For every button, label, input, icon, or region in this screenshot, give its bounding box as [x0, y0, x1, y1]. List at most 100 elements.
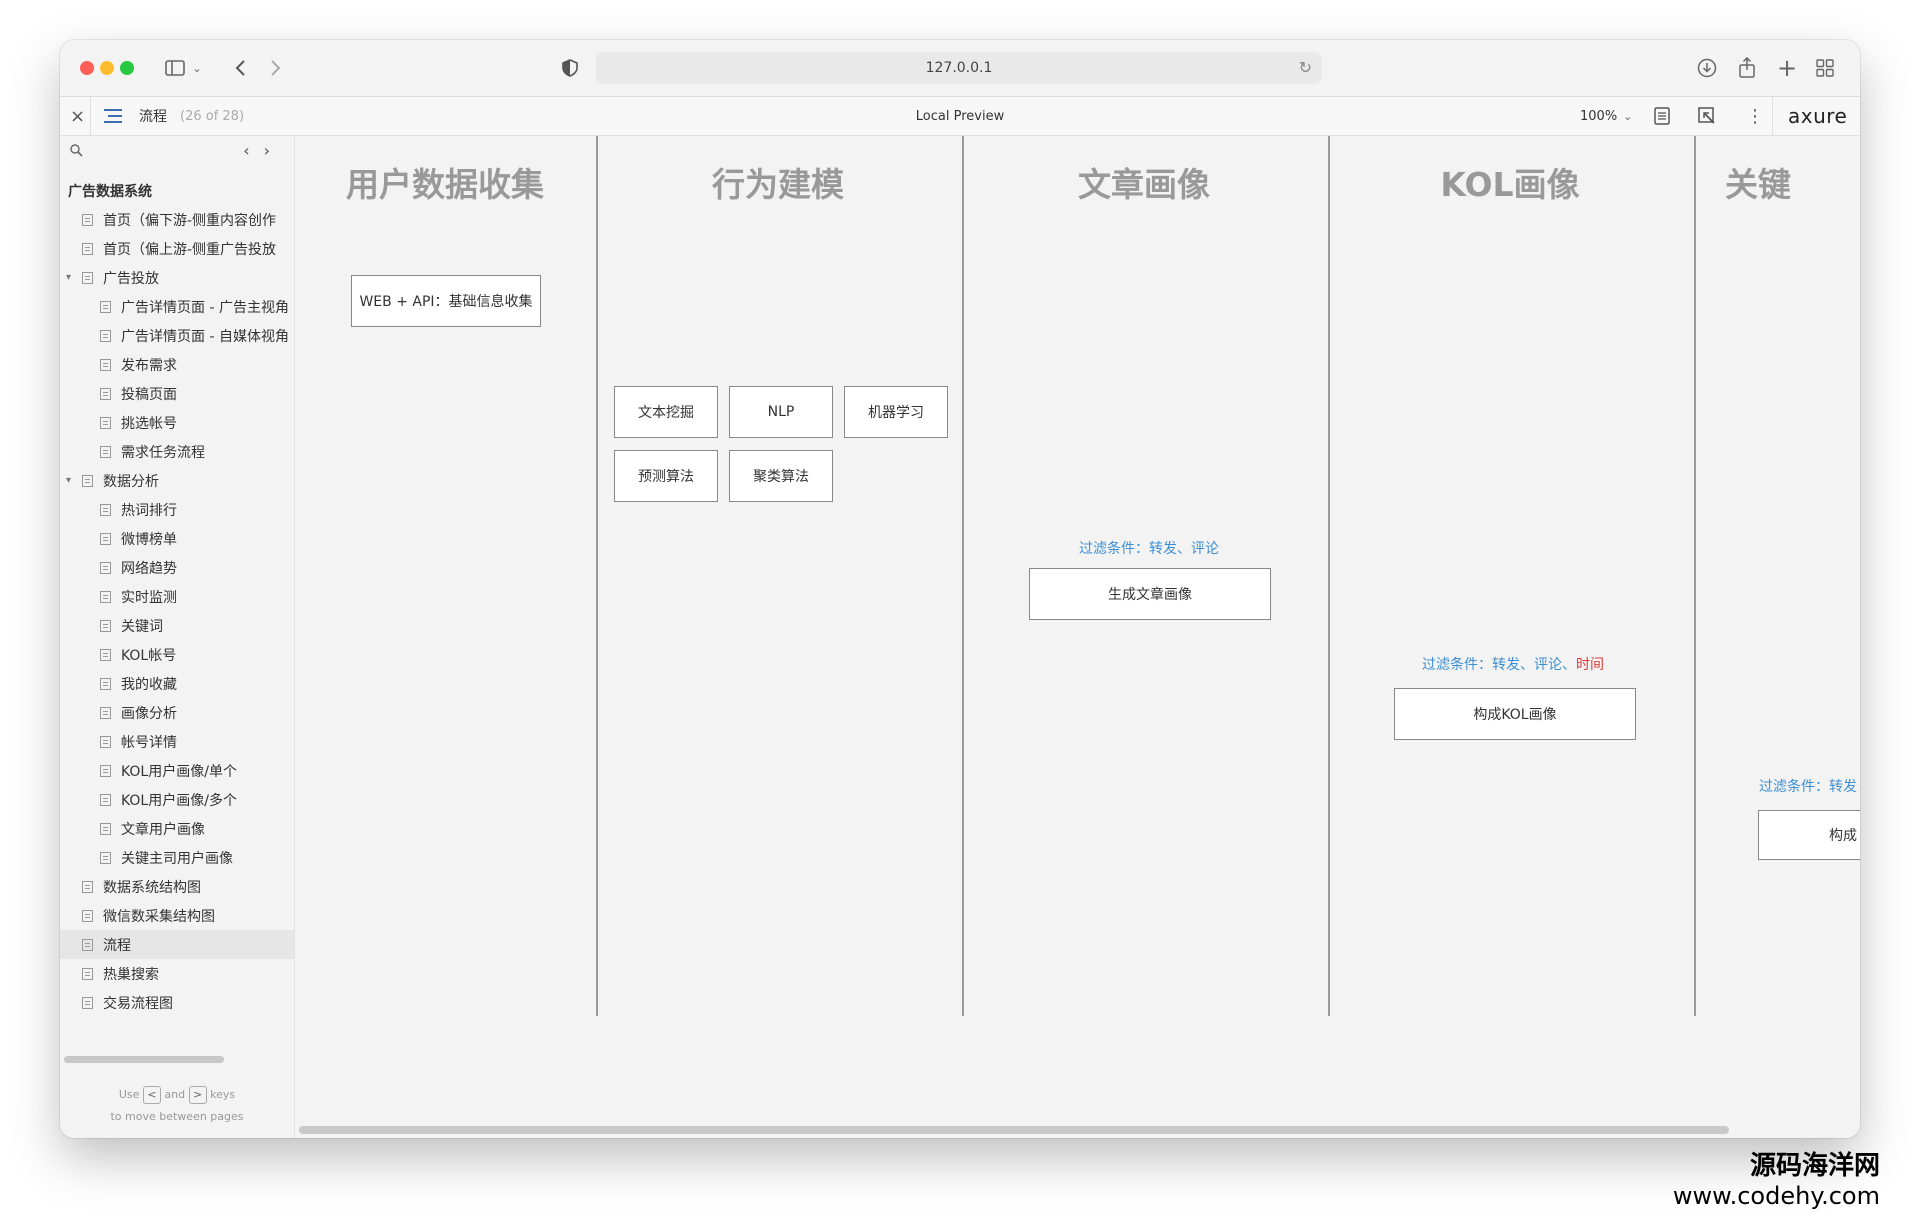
right-key-icon: > [188, 1086, 207, 1104]
page-icon [82, 967, 93, 980]
sidebar-item[interactable]: 广告详情页面 - 自媒体视角 [60, 321, 294, 350]
page-icon [82, 938, 93, 951]
sidebar-item[interactable]: 流程 [60, 930, 294, 959]
page-tree: 广告数据系统 首页（偏下游-侧重内容创作 首页（偏上游-侧重广告投放 ▾ 广告投放广告… [60, 176, 294, 1017]
tab-overview-icon[interactable] [1814, 54, 1836, 82]
page-icon [100, 677, 111, 690]
watermark: 源码海洋网 www.codehy.com [1673, 1145, 1880, 1210]
zoom-select[interactable]: 100% ⌄ [1580, 97, 1632, 135]
sidebar-item[interactable]: 首页（偏下游-侧重内容创作 [60, 205, 294, 234]
sidebar-item[interactable]: 热词排行 [60, 495, 294, 524]
sidebar-item[interactable]: 微信数采集结构图 [60, 901, 294, 930]
sidebar-item-label: 广告投放 [103, 270, 159, 287]
sidebar-item[interactable]: KOL用户画像/单个 [60, 756, 294, 785]
folder-icon [82, 271, 93, 284]
page-icon [100, 300, 111, 313]
sidebar-item-label: 热巢搜索 [103, 966, 159, 983]
sidebar-item[interactable]: 需求任务流程 [60, 437, 294, 466]
page-icon [82, 909, 93, 922]
sidebar-item-label: 网络趋势 [121, 560, 177, 577]
sidebar-item-label: 数据分析 [103, 473, 159, 490]
sidebar-item[interactable]: 实时监测 [60, 582, 294, 611]
keyboard-hint: Use < and > keys to move between pages [60, 1084, 294, 1128]
close-sidebar-button[interactable]: × [70, 97, 85, 135]
sidebar-item-label: 微信数采集结构图 [103, 908, 215, 925]
hint-line2: to move between pages [110, 1110, 244, 1123]
new-tab-icon[interactable]: + [1776, 54, 1798, 82]
page-nav-arrows: ‹› [243, 141, 284, 160]
page-list-icon[interactable] [104, 97, 122, 135]
sidebar-item[interactable]: 投稿页面 [60, 379, 294, 408]
machine-learning-box: 机器学习 [844, 386, 948, 438]
sidebar-scrollbar[interactable] [64, 1056, 224, 1063]
sidebar-item[interactable]: 热巢搜索 [60, 959, 294, 988]
sidebar-item[interactable]: ▾ 数据分析 [60, 466, 294, 495]
kol-filter-text: 过滤条件：转发、评论、 [1422, 657, 1576, 673]
sidebar-item[interactable]: 画像分析 [60, 698, 294, 727]
prototype-canvas: 用户数据收集 行为建模 文章画像 KOL画像 关键 WEB + API：基础信息… [295, 136, 1860, 1138]
sidebar-item[interactable]: 文章用户画像 [60, 814, 294, 843]
sidebar-item[interactable]: 网络趋势 [60, 553, 294, 582]
page-icon [100, 851, 111, 864]
sidebar-item[interactable]: 帐号详情 [60, 727, 294, 756]
expand-arrow-icon[interactable]: ▾ [66, 475, 82, 486]
browser-titlebar: ⌄ 127.0.0.1 ↻ + [60, 40, 1860, 97]
sidebar-item[interactable]: 首页（偏上游-侧重广告投放 [60, 234, 294, 263]
sidebar-item-label: 数据系统结构图 [103, 879, 201, 896]
sidebar-toggle-icon[interactable] [164, 54, 186, 82]
sidebar-item-label: 流程 [103, 937, 131, 954]
sidebar-item[interactable]: 微博榜单 [60, 524, 294, 553]
notes-icon[interactable] [1654, 97, 1670, 135]
article-profile-box: 生成文章画像 [1029, 568, 1271, 620]
tree-root[interactable]: 广告数据系统 [60, 176, 294, 205]
more-options-icon[interactable]: ⋮ [1746, 97, 1764, 135]
divider [90, 97, 91, 135]
sidebar-item[interactable]: 关键主司用户画像 [60, 843, 294, 872]
page-icon [100, 619, 111, 632]
text-mining-box: 文本挖掘 [614, 386, 718, 438]
expand-arrow-icon[interactable]: ▾ [66, 272, 82, 283]
sidebar-item[interactable]: KOL用户画像/多个 [60, 785, 294, 814]
forward-icon[interactable] [266, 54, 286, 82]
page-icon [100, 532, 111, 545]
sidebar-item[interactable]: 广告详情页面 - 广告主视角 [60, 292, 294, 321]
sidebar-item-label: 首页（偏下游-侧重内容创作 [103, 212, 277, 229]
shield-icon[interactable] [560, 54, 580, 82]
download-icon[interactable] [1696, 54, 1718, 82]
sidebar-item[interactable]: KOL帐号 [60, 640, 294, 669]
browser-window: ⌄ 127.0.0.1 ↻ + × 流程 (26 of 28) Local Pr… [60, 40, 1860, 1138]
inspect-icon[interactable] [1698, 97, 1716, 135]
sidebar-item[interactable]: 交易流程图 [60, 988, 294, 1017]
zoom-value: 100% [1580, 108, 1618, 124]
sidebar-item[interactable]: 我的收藏 [60, 669, 294, 698]
sidebar-item-label: 首页（偏上游-侧重广告投放 [103, 241, 277, 258]
zoom-window-button[interactable] [120, 61, 134, 75]
divider [1772, 97, 1773, 135]
canvas-scrollbar[interactable] [299, 1126, 1729, 1134]
previous-page-icon[interactable]: ‹ [243, 141, 263, 160]
sidebar-item[interactable]: ▾ 广告投放 [60, 263, 294, 292]
sidebar-item-label: KOL帐号 [121, 647, 177, 664]
close-window-button[interactable] [80, 61, 94, 75]
page-icon [82, 880, 93, 893]
chevron-down-icon[interactable]: ⌄ [190, 54, 204, 82]
kol-profile-box: 构成KOL画像 [1394, 688, 1636, 740]
clustering-box: 聚类算法 [729, 450, 833, 502]
kol-filter-condition: 过滤条件：转发、评论、时间 [1422, 654, 1604, 674]
next-page-icon[interactable]: › [264, 141, 284, 160]
page-icon [100, 764, 111, 777]
back-icon[interactable] [230, 54, 250, 82]
lane-title-user-data: 用户数据收集 [346, 165, 544, 204]
page-icon [82, 996, 93, 1009]
minimize-window-button[interactable] [100, 61, 114, 75]
hint-keys: keys [210, 1088, 236, 1101]
sidebar-item[interactable]: 关键词 [60, 611, 294, 640]
sidebar-item[interactable]: 挑选帐号 [60, 408, 294, 437]
sidebar-item[interactable]: 发布需求 [60, 350, 294, 379]
search-icon[interactable] [70, 144, 83, 161]
sidebar-item-label: 关键主司用户画像 [121, 850, 233, 867]
share-icon[interactable] [1736, 54, 1758, 82]
address-bar[interactable]: 127.0.0.1 ↻ [596, 52, 1322, 84]
reload-icon[interactable]: ↻ [1299, 58, 1312, 77]
sidebar-item[interactable]: 数据系统结构图 [60, 872, 294, 901]
